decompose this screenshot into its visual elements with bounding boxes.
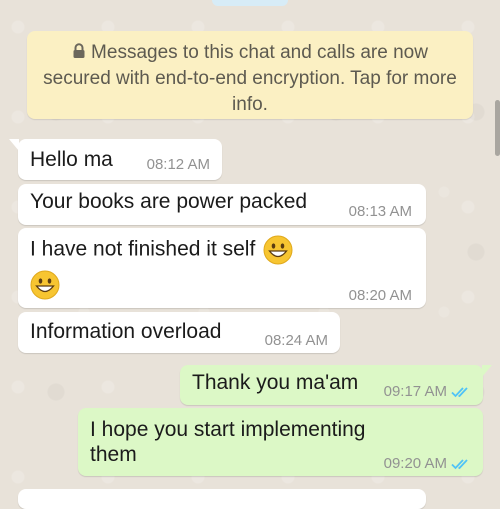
- bubble-tail: [9, 139, 19, 151]
- message-time: 08:24 AM: [264, 332, 328, 349]
- lock-icon: [72, 41, 86, 58]
- incoming-message[interactable]: Hello ma 08:12 AM: [9, 139, 222, 180]
- message-time: 08:12 AM: [146, 156, 210, 173]
- message-text: Your books are power packed: [30, 190, 308, 213]
- message-time: 09:17 AM: [383, 383, 447, 400]
- outgoing-message[interactable]: Thank you ma'am 09:17 AM: [180, 365, 492, 405]
- message-text-line-1: I hope you start implementing: [90, 418, 366, 441]
- message-meta: 09:17 AM: [384, 383, 471, 400]
- message-text: Thank you ma'am: [192, 371, 359, 394]
- bubble-tail: [482, 365, 492, 377]
- incoming-message[interactable]: Your books are power packed 08:13 AM: [18, 184, 426, 225]
- read-receipt-icon: [451, 459, 468, 470]
- partial-message-bubble: [18, 489, 426, 509]
- date-chip-edge: [212, 0, 288, 6]
- scrollbar-thumb[interactable]: [495, 100, 500, 156]
- message-meta: 09:20 AM: [384, 455, 471, 472]
- message-time: 08:20 AM: [348, 287, 412, 304]
- message-text-content: I have not finished it self: [30, 237, 256, 261]
- incoming-message[interactable]: Information overload 08:24 AM: [18, 312, 340, 353]
- encryption-notice[interactable]: Messages to this chat and calls are now …: [27, 31, 473, 119]
- outgoing-message[interactable]: I hope you start implementing them 09:20…: [78, 408, 483, 476]
- message-time: 08:13 AM: [348, 203, 412, 220]
- message-time: 09:20 AM: [383, 455, 447, 472]
- message-text: Hello ma: [30, 148, 113, 171]
- message-text-line-2: them: [90, 443, 137, 466]
- read-receipt-icon: [451, 387, 468, 398]
- message-text: I have not finished it self: [30, 235, 293, 265]
- grinning-face-emoji: [263, 235, 293, 265]
- encryption-notice-text: Messages to this chat and calls are now …: [43, 42, 457, 115]
- message-text: Information overload: [30, 320, 222, 343]
- incoming-message[interactable]: I have not finished it self 08:20 AM: [18, 228, 426, 308]
- grinning-face-emoji: [30, 270, 60, 300]
